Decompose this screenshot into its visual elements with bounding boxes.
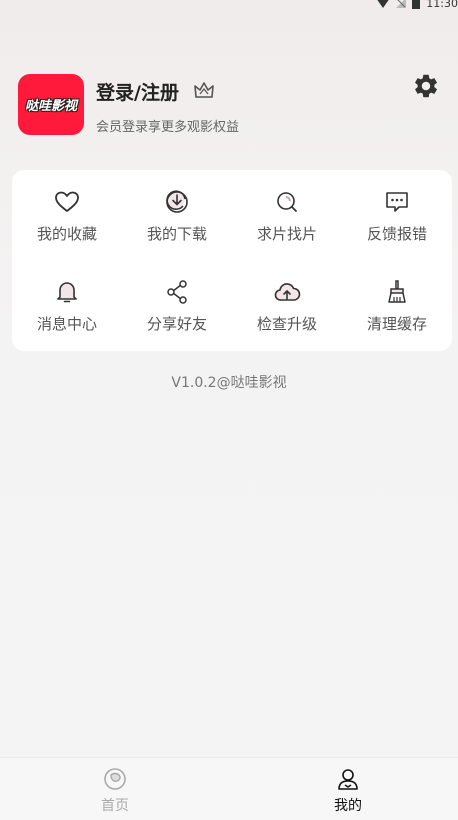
app-logo[interactable]: 哒哇影视 <box>18 74 84 135</box>
status-time: 11:30 <box>426 0 458 10</box>
grid-item-label: 检查升级 <box>256 315 317 333</box>
heart-icon <box>55 191 79 212</box>
logo-text: 哒哇影视 <box>24 99 77 114</box>
crown-icon <box>194 82 214 98</box>
broom-icon <box>388 280 406 303</box>
grid-item-label: 反馈报错 <box>366 225 427 243</box>
search-icon <box>277 192 297 212</box>
grid-item-update[interactable]: 检查升级 <box>232 260 342 340</box>
bell-icon <box>57 282 77 303</box>
wifi-icon <box>377 0 389 8</box>
version-text: V1.0.2@哒哇影视 <box>171 375 287 391</box>
grid-item-label: 我的收藏 <box>36 225 97 243</box>
battery-icon <box>412 0 421 9</box>
feature-grid: 我的收藏 我的下载 求片找片 反馈报错 消息中心 分享好友 检查升级 清理缓存 <box>12 170 452 351</box>
grid-item-downloads[interactable]: 我的下载 <box>122 170 232 250</box>
cloud-upload-icon <box>274 283 301 301</box>
home-icon <box>104 768 126 790</box>
grid-item-request[interactable]: 求片找片 <box>232 170 342 250</box>
profile-header: 哒哇影视 登录/注册 会员登录享更多观影权益 <box>18 74 440 136</box>
nav-label-mine: 我的 <box>334 798 362 814</box>
status-bar: 11:30 <box>0 0 458 12</box>
grid-item-clear-cache[interactable]: 清理缓存 <box>342 260 452 340</box>
grid-item-label: 清理缓存 <box>366 315 427 333</box>
user-icon <box>338 769 358 790</box>
grid-item-messages[interactable]: 消息中心 <box>12 260 122 340</box>
grid-item-share[interactable]: 分享好友 <box>122 260 232 340</box>
grid-item-feedback[interactable]: 反馈报错 <box>342 170 452 250</box>
grid-item-label: 分享好友 <box>146 315 207 333</box>
member-subtitle: 会员登录享更多观影权益 <box>96 120 240 135</box>
grid-item-label: 我的下载 <box>146 225 207 243</box>
nav-label-home: 首页 <box>101 798 129 814</box>
download-icon <box>166 190 188 213</box>
no-signal-icon <box>396 0 407 8</box>
login-register-link[interactable]: 登录/注册 <box>96 78 179 105</box>
grid-item-label: 求片找片 <box>256 225 317 243</box>
nav-item-home[interactable]: 首页 <box>75 766 155 818</box>
nav-item-mine[interactable]: 我的 <box>308 766 388 818</box>
grid-item-label: 消息中心 <box>36 315 97 333</box>
grid-item-favorites[interactable]: 我的收藏 <box>12 170 122 250</box>
gear-icon[interactable] <box>412 72 440 100</box>
share-icon <box>167 280 187 304</box>
feedback-icon <box>386 192 408 212</box>
bottom-nav: 首页 我的 <box>0 757 458 820</box>
